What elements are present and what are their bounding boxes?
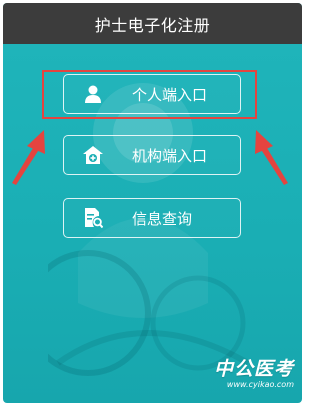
right-arrow-icon — [255, 130, 288, 185]
annotation-arrows — [12, 130, 288, 185]
left-arrow-icon — [12, 130, 45, 185]
